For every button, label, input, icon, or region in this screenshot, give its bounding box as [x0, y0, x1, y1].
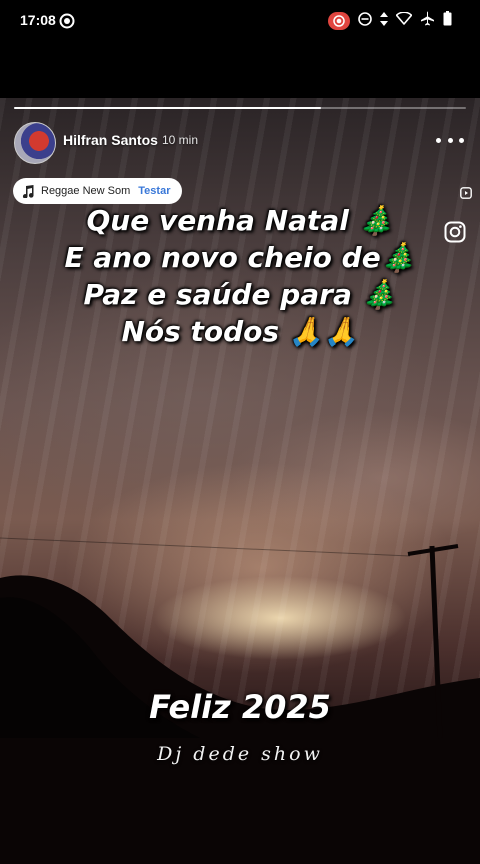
status-time: 17:08	[20, 12, 56, 28]
status-icons	[328, 11, 452, 31]
status-bar: 17:08	[0, 0, 480, 42]
screen-cast-icon	[59, 13, 75, 34]
greeting-text: Feliz 2025	[149, 688, 331, 726]
screen-record-icon	[328, 12, 350, 30]
story-time-ago: 10 min	[162, 133, 199, 147]
story-view[interactable]: Hilfran Santos 10 min Reggae New Som Tes…	[0, 98, 480, 864]
more-options-button[interactable]	[436, 132, 464, 148]
caption-line: E ano novo cheio de🎄	[64, 241, 416, 274]
story-progress-bar	[14, 107, 466, 109]
music-title: Reggae New Som	[41, 185, 131, 197]
caption-line: Que venha Natal 🎄	[86, 204, 394, 237]
music-try-button[interactable]: Testar	[138, 185, 170, 197]
avatar[interactable]	[14, 122, 56, 164]
airplane-mode-icon	[420, 11, 435, 31]
signature-text: Dj dede show	[157, 743, 323, 765]
caption-line: Paz e saúde para 🎄	[83, 278, 397, 311]
story-caption: Que venha Natal 🎄 E ano novo cheio de🎄 P…	[0, 202, 480, 350]
music-sticker[interactable]: Reggae New Som Testar	[13, 178, 183, 204]
more-dot-icon	[447, 137, 453, 143]
do-not-disturb-icon	[358, 11, 372, 31]
story-header: Hilfran Santos 10 min	[14, 120, 466, 164]
story-username[interactable]: Hilfran Santos	[63, 132, 158, 148]
data-arrows-icon	[380, 11, 388, 31]
story-progress-fill	[14, 107, 322, 109]
battery-icon	[443, 11, 452, 31]
wifi-icon	[395, 11, 413, 30]
caption-line: Nós todos 🙏🙏	[121, 315, 359, 348]
music-note-icon	[22, 185, 34, 198]
more-dot-icon	[436, 137, 441, 143]
more-dot-icon	[459, 137, 464, 143]
